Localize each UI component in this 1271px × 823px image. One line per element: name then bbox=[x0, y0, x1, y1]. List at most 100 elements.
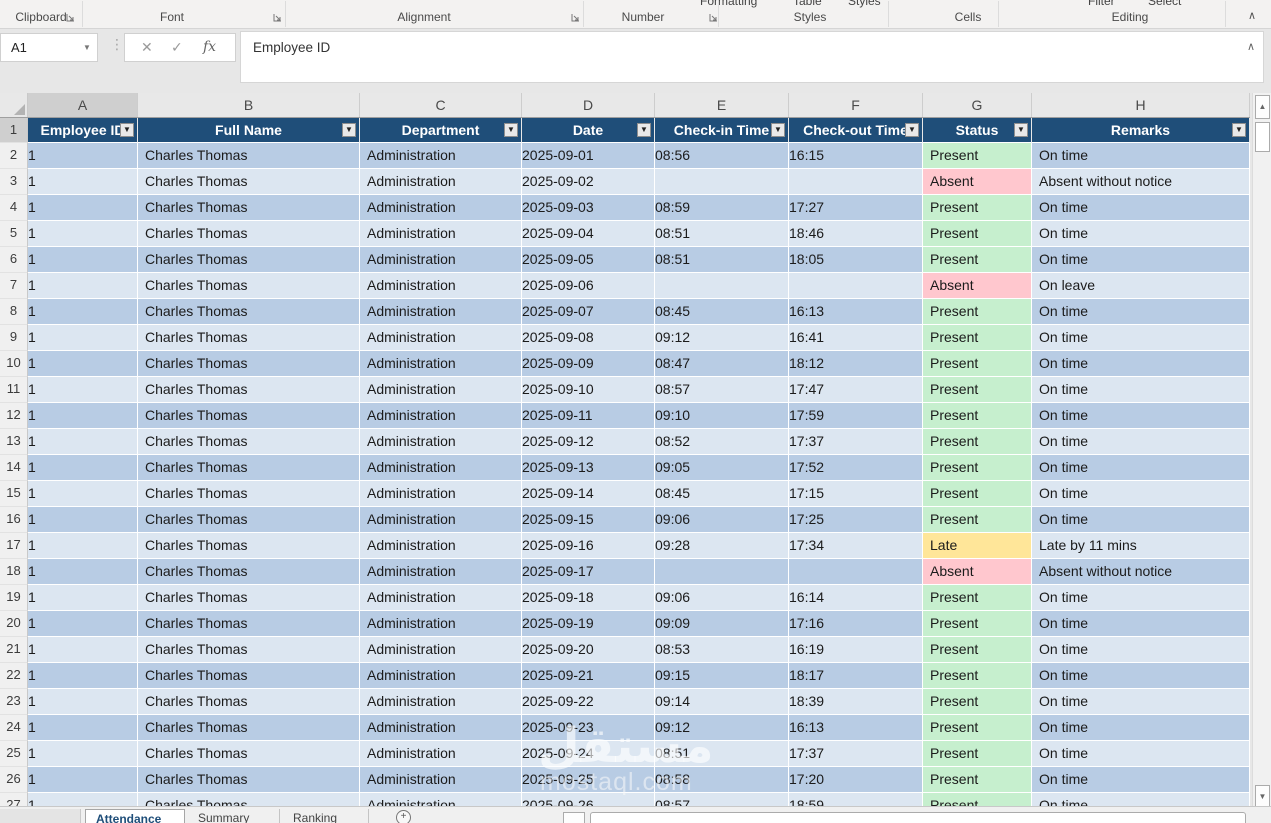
cell[interactable]: 1 bbox=[28, 559, 138, 585]
cell[interactable]: 18:46 bbox=[789, 221, 923, 247]
cell[interactable]: 08:57 bbox=[655, 377, 789, 403]
cell[interactable]: 09:10 bbox=[655, 403, 789, 429]
dialog-launcher-icon[interactable] bbox=[570, 12, 581, 23]
cell[interactable]: 09:12 bbox=[655, 325, 789, 351]
cell[interactable]: 1 bbox=[28, 741, 138, 767]
cell[interactable]: Administration bbox=[360, 351, 522, 377]
cell[interactable]: Administration bbox=[360, 715, 522, 741]
cell[interactable]: Administration bbox=[360, 533, 522, 559]
cell[interactable]: Charles Thomas bbox=[138, 403, 360, 429]
cell[interactable]: 18:17 bbox=[789, 663, 923, 689]
cell[interactable]: Late bbox=[923, 533, 1032, 559]
cell[interactable]: 16:13 bbox=[789, 299, 923, 325]
row-number[interactable]: 2 bbox=[0, 143, 28, 169]
cell[interactable]: 1 bbox=[28, 533, 138, 559]
cell[interactable]: Charles Thomas bbox=[138, 611, 360, 637]
cell[interactable]: Present bbox=[923, 637, 1032, 663]
cell[interactable]: On time bbox=[1032, 767, 1250, 793]
row-number[interactable]: 8 bbox=[0, 299, 28, 325]
table-header-cell[interactable]: Date ▼ bbox=[522, 118, 655, 143]
cell[interactable]: Charles Thomas bbox=[138, 221, 360, 247]
cell[interactable]: On time bbox=[1032, 637, 1250, 663]
cell[interactable]: 17:15 bbox=[789, 481, 923, 507]
cell[interactable]: Charles Thomas bbox=[138, 169, 360, 195]
cell[interactable]: On time bbox=[1032, 663, 1250, 689]
cell[interactable]: 09:05 bbox=[655, 455, 789, 481]
filter-dropdown-icon[interactable]: ▼ bbox=[342, 123, 356, 137]
cell[interactable]: 08:45 bbox=[655, 299, 789, 325]
cell[interactable]: Charles Thomas bbox=[138, 143, 360, 169]
cell[interactable]: 16:15 bbox=[789, 143, 923, 169]
cell[interactable]: 09:28 bbox=[655, 533, 789, 559]
cell[interactable]: 09:09 bbox=[655, 611, 789, 637]
expand-formula-bar-icon[interactable]: ∧ bbox=[1247, 40, 1255, 53]
row-number[interactable]: 7 bbox=[0, 273, 28, 299]
cell[interactable]: Present bbox=[923, 247, 1032, 273]
cell[interactable] bbox=[789, 273, 923, 299]
cell[interactable]: 16:14 bbox=[789, 585, 923, 611]
cell[interactable]: 1 bbox=[28, 403, 138, 429]
column-header-C[interactable]: C bbox=[360, 93, 522, 117]
cell[interactable]: Administration bbox=[360, 247, 522, 273]
collapse-ribbon-icon[interactable]: ∧ bbox=[1248, 9, 1256, 22]
cell[interactable]: 2025-09-13 bbox=[522, 455, 655, 481]
filter-dropdown-icon[interactable]: ▼ bbox=[504, 123, 518, 137]
cell[interactable]: 17:47 bbox=[789, 377, 923, 403]
cell[interactable]: Administration bbox=[360, 507, 522, 533]
cell[interactable]: 16:13 bbox=[789, 715, 923, 741]
cell[interactable]: Charles Thomas bbox=[138, 351, 360, 377]
row-number[interactable]: 19 bbox=[0, 585, 28, 611]
hscroll-left-button[interactable] bbox=[563, 812, 585, 823]
name-box-dropdown-icon[interactable]: ▼ bbox=[83, 43, 91, 52]
cell[interactable]: On time bbox=[1032, 299, 1250, 325]
cell[interactable]: 2025-09-08 bbox=[522, 325, 655, 351]
cell[interactable]: Charles Thomas bbox=[138, 507, 360, 533]
cell[interactable]: On time bbox=[1032, 143, 1250, 169]
cell[interactable]: Charles Thomas bbox=[138, 741, 360, 767]
filter-dropdown-icon[interactable]: ▼ bbox=[637, 123, 651, 137]
row-number[interactable]: 3 bbox=[0, 169, 28, 195]
cell[interactable]: 17:27 bbox=[789, 195, 923, 221]
cell[interactable]: Administration bbox=[360, 325, 522, 351]
cell[interactable]: 1 bbox=[28, 715, 138, 741]
cell[interactable]: 08:59 bbox=[655, 195, 789, 221]
cell[interactable]: On time bbox=[1032, 195, 1250, 221]
cell[interactable]: 08:53 bbox=[655, 637, 789, 663]
cell[interactable]: 1 bbox=[28, 585, 138, 611]
row-number[interactable]: 18 bbox=[0, 559, 28, 585]
cell[interactable]: Charles Thomas bbox=[138, 715, 360, 741]
cell[interactable]: On time bbox=[1032, 481, 1250, 507]
cell[interactable]: Present bbox=[923, 403, 1032, 429]
cell[interactable]: 18:05 bbox=[789, 247, 923, 273]
cell[interactable]: Charles Thomas bbox=[138, 299, 360, 325]
row-number[interactable]: 20 bbox=[0, 611, 28, 637]
table-header-cell[interactable]: Status ▼ bbox=[923, 118, 1032, 143]
table-header-cell[interactable]: Employee ID ▼ bbox=[28, 118, 138, 143]
cell[interactable]: Charles Thomas bbox=[138, 195, 360, 221]
row-number[interactable]: 12 bbox=[0, 403, 28, 429]
cell[interactable]: Administration bbox=[360, 377, 522, 403]
cell[interactable]: Charles Thomas bbox=[138, 689, 360, 715]
cell[interactable]: 08:56 bbox=[655, 143, 789, 169]
cell[interactable]: 17:34 bbox=[789, 533, 923, 559]
cell[interactable]: 2025-09-02 bbox=[522, 169, 655, 195]
cell[interactable]: 1 bbox=[28, 299, 138, 325]
cell[interactable]: 09:12 bbox=[655, 715, 789, 741]
column-header-G[interactable]: G bbox=[923, 93, 1032, 117]
dialog-launcher-icon[interactable] bbox=[65, 12, 76, 23]
row-number[interactable]: 10 bbox=[0, 351, 28, 377]
cell[interactable]: Charles Thomas bbox=[138, 273, 360, 299]
cell[interactable]: 1 bbox=[28, 273, 138, 299]
cell[interactable]: On leave bbox=[1032, 273, 1250, 299]
row-number[interactable]: 11 bbox=[0, 377, 28, 403]
cell[interactable]: Present bbox=[923, 507, 1032, 533]
row-number[interactable]: 17 bbox=[0, 533, 28, 559]
filter-dropdown-icon[interactable]: ▼ bbox=[905, 123, 919, 137]
table-header-cell[interactable]: Remarks ▼ bbox=[1032, 118, 1250, 143]
cell[interactable]: 2025-09-17 bbox=[522, 559, 655, 585]
row-number[interactable]: 9 bbox=[0, 325, 28, 351]
cell[interactable]: Administration bbox=[360, 559, 522, 585]
row-number[interactable]: 5 bbox=[0, 221, 28, 247]
row-number[interactable]: 21 bbox=[0, 637, 28, 663]
ribbon-button-sort-filter[interactable]: Filter bbox=[1088, 0, 1115, 8]
